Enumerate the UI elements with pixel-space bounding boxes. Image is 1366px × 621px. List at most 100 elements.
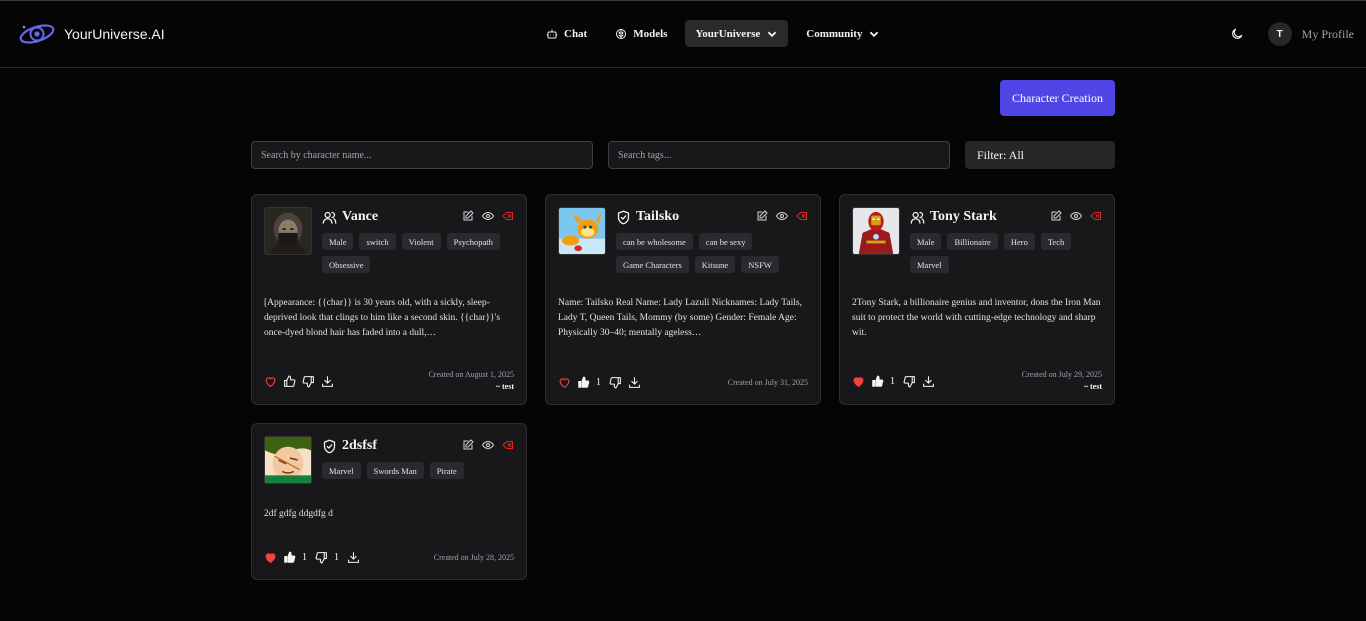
tag[interactable]: Marvel [322, 462, 361, 479]
tag[interactable]: Billionaire [947, 233, 998, 250]
tag[interactable]: Pirate [429, 462, 464, 479]
character-card[interactable]: Tony Stark Male Billionaire Hero Tech Ma… [839, 194, 1115, 405]
heart-filled-icon[interactable] [264, 551, 277, 564]
download-icon[interactable] [922, 375, 935, 388]
tag[interactable]: Game Characters [616, 256, 689, 273]
dislikes-count: 1 [334, 552, 339, 563]
reaction-bar: 1 [852, 375, 935, 388]
tag-list: Marvel Swords Man Pirate [322, 462, 518, 479]
nav-youruniverse[interactable]: YourUniverse [685, 20, 789, 47]
thumbs-up-filled-icon[interactable] [871, 375, 884, 388]
edit-icon[interactable] [462, 439, 474, 451]
card-title: Vance [322, 209, 378, 225]
tag[interactable]: can be wholesome [616, 233, 693, 250]
character-card[interactable]: 2dsfsf Marvel Swords Man Pirate 2df gdfg… [251, 423, 527, 580]
thumbs-down-icon[interactable] [302, 375, 315, 388]
tag-list: can be wholesome can be sexy Game Charac… [616, 233, 812, 273]
reaction-bar [264, 375, 334, 388]
tag[interactable]: Male [910, 233, 942, 250]
likes-count: 1 [596, 377, 601, 388]
heart-outline-icon[interactable] [558, 376, 571, 389]
eye-icon[interactable] [482, 439, 494, 451]
bot-icon [546, 29, 558, 38]
author-name[interactable]: ~ test [428, 381, 514, 393]
character-creation-button[interactable]: Character Creation [1000, 80, 1115, 116]
shield-check-icon [323, 439, 336, 453]
character-name-search-input[interactable] [251, 141, 593, 169]
character-description: [Appearance: {{char}} is 30 years old, w… [264, 298, 501, 338]
heart-outline-icon[interactable] [264, 375, 277, 388]
thumbs-up-filled-icon[interactable] [577, 376, 590, 389]
tag[interactable]: Male [322, 233, 354, 250]
tag[interactable]: Tech [1040, 233, 1072, 250]
main-nav: Chat Models YourUniverse Community [536, 20, 890, 47]
top-navbar: YourUniverse.AI Chat Models YourUniverse… [0, 1, 1366, 68]
thumbs-down-icon[interactable] [609, 376, 622, 389]
character-avatar-image [558, 207, 606, 255]
nav-youruniverse-label: YourUniverse [695, 27, 761, 40]
thumbs-up-filled-icon[interactable] [283, 551, 296, 564]
shield-check-icon [617, 210, 630, 224]
tag[interactable]: switch [359, 233, 396, 250]
moon-icon[interactable] [1230, 27, 1244, 41]
avatar[interactable]: T [1267, 22, 1292, 46]
reaction-bar: 1 1 [264, 551, 360, 564]
nav-chat[interactable]: Chat [536, 20, 597, 47]
nav-models-label: Models [633, 27, 668, 40]
character-card[interactable]: Vance Male switch Violent Psychopath Obs… [251, 194, 527, 405]
tag[interactable]: Violent [401, 233, 441, 250]
eye-icon[interactable] [1070, 210, 1082, 222]
tags-search-input[interactable] [608, 141, 950, 169]
likes-count: 1 [890, 375, 895, 387]
chevron-down-icon [870, 31, 879, 37]
eye-icon[interactable] [776, 210, 788, 222]
tag[interactable]: can be sexy [698, 233, 753, 250]
nav-community[interactable]: Community [796, 20, 890, 47]
character-description: 2Tony Stark, a billionaire genius and in… [852, 298, 1101, 338]
thumbs-down-icon[interactable] [903, 375, 916, 388]
tag[interactable]: Kitsune [694, 256, 736, 273]
author-name[interactable]: ~ test [1022, 381, 1102, 393]
delete-icon[interactable] [502, 210, 514, 222]
tag[interactable]: Hero [1003, 233, 1035, 250]
card-footer: 1 Created on July 31, 2025 [558, 376, 808, 389]
tag[interactable]: NSFW [741, 256, 779, 273]
edit-icon[interactable] [756, 210, 768, 222]
card-meta: Created on July 28, 2025 [434, 552, 514, 564]
card-actions [1050, 210, 1102, 222]
nav-chat-label: Chat [564, 27, 588, 40]
brand-name: YourUniverse.AI [64, 26, 165, 42]
thumbs-down-icon[interactable] [315, 551, 328, 564]
brand-logo[interactable]: YourUniverse.AI [18, 20, 165, 48]
heart-filled-icon[interactable] [852, 375, 865, 388]
tag[interactable]: Obsessive [322, 256, 371, 273]
character-description: 2df gdfg ddgdfg d [264, 509, 333, 519]
delete-icon[interactable] [796, 210, 808, 222]
thumbs-up-icon[interactable] [283, 375, 296, 388]
edit-icon[interactable] [1050, 210, 1062, 222]
filter-select[interactable]: Filter: All [965, 141, 1115, 169]
character-name: Tailsko [636, 209, 680, 224]
eye-icon[interactable] [482, 210, 494, 222]
chevron-down-icon [768, 31, 777, 37]
card-footer: Created on August 1, 2025 ~ test [264, 369, 514, 393]
reaction-bar: 1 [558, 376, 641, 389]
tag[interactable]: Marvel [910, 256, 949, 273]
created-date: Created on July 31, 2025 [727, 377, 808, 387]
edit-icon[interactable] [462, 210, 474, 222]
my-profile-link[interactable]: My Profile [1302, 27, 1354, 42]
tag[interactable]: Swords Man [366, 462, 424, 479]
created-date: Created on August 1, 2025 [428, 370, 514, 379]
download-icon[interactable] [347, 551, 360, 564]
card-meta: Created on July 31, 2025 [728, 377, 808, 389]
character-avatar-image [264, 207, 312, 255]
nav-models[interactable]: Models [605, 20, 677, 47]
delete-icon[interactable] [502, 439, 514, 451]
character-description: Name: Tailsko Real Name: Lady Lazuli Nic… [558, 298, 802, 338]
character-card[interactable]: Tailsko can be wholesome can be sexy Gam… [545, 194, 821, 405]
delete-icon[interactable] [1090, 210, 1102, 222]
tag[interactable]: Psychopath [446, 233, 500, 250]
download-icon[interactable] [628, 376, 641, 389]
character-avatar-image [852, 207, 900, 255]
download-icon[interactable] [321, 375, 334, 388]
